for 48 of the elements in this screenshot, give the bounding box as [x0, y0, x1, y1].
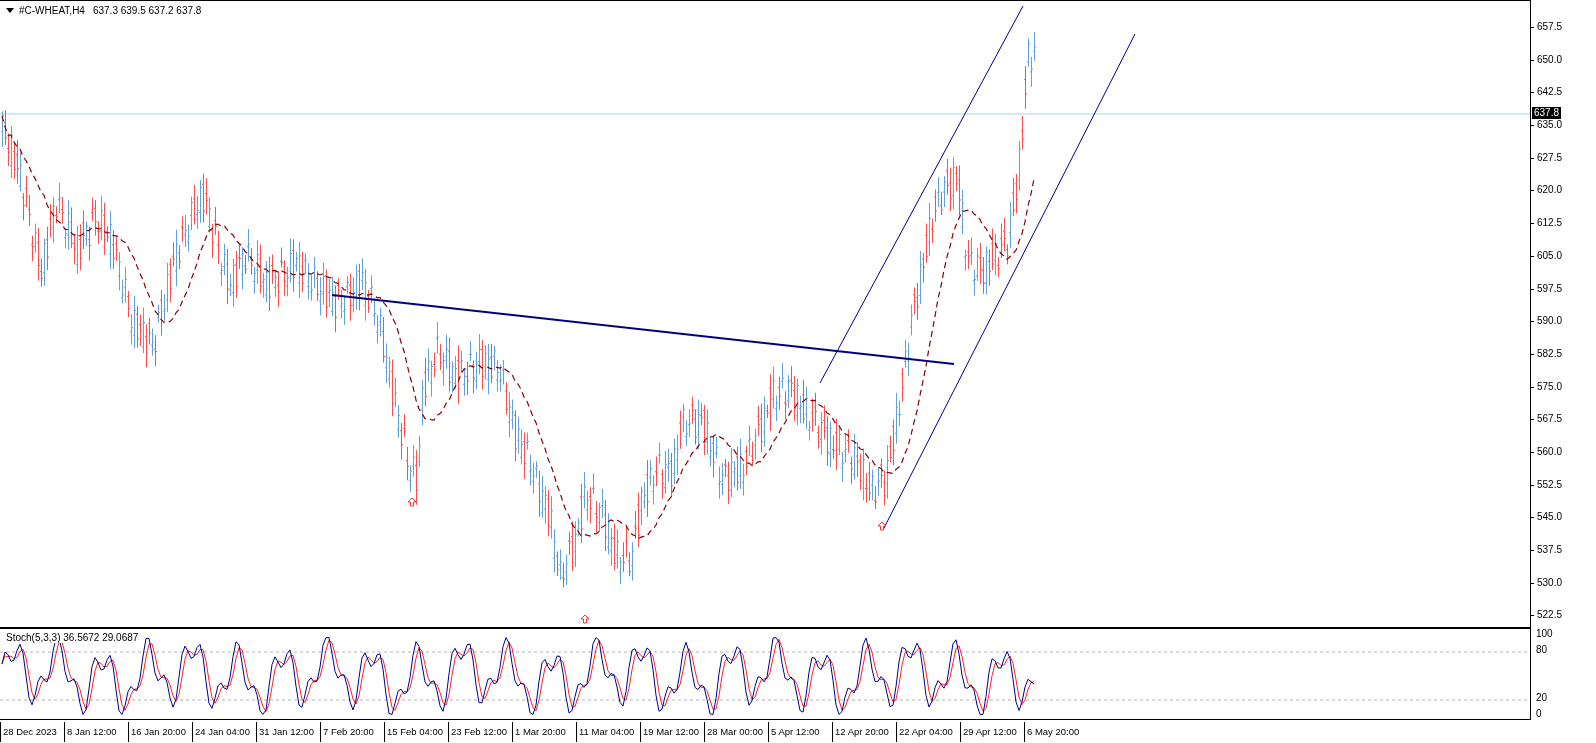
- oscillator-level-label: 20: [1536, 692, 1548, 704]
- price-label: 612.5: [1537, 217, 1563, 230]
- price-label: 545.0: [1537, 511, 1563, 524]
- price-label: 642.5: [1537, 86, 1563, 99]
- time-label: 12 Apr 20:00: [835, 726, 889, 737]
- price-label: 522.5: [1537, 609, 1563, 622]
- time-label: 6 May 20:00: [1027, 726, 1080, 737]
- price-label: 530.0: [1537, 576, 1563, 589]
- price-label: 537.5: [1537, 544, 1563, 556]
- time-label: 8 Jan 12:00: [67, 726, 117, 737]
- price-label: 567.5: [1537, 413, 1563, 426]
- time-label: 31 Jan 12:00: [259, 726, 314, 737]
- oscillator-level-label: 80: [1536, 644, 1548, 656]
- time-label: 23 Feb 12:00: [451, 726, 507, 737]
- time-label: 7 Feb 20:00: [323, 726, 374, 737]
- price-label: 657.5: [1537, 21, 1563, 33]
- price-label: 650.0: [1537, 53, 1563, 66]
- price-label: 635.0: [1537, 119, 1563, 132]
- current-price-label: 637.8: [1532, 106, 1562, 119]
- price-label: 620.0: [1537, 184, 1563, 197]
- time-label: 16 Jan 20:00: [131, 726, 186, 737]
- price-label: 627.5: [1537, 151, 1563, 164]
- time-label: 19 Mar 12:00: [643, 726, 699, 737]
- oscillator-label: Stoch(5,3,3) 36.5672 29.0687: [6, 632, 139, 643]
- price-label: 560.0: [1537, 445, 1563, 458]
- price-label: 552.5: [1537, 478, 1563, 491]
- time-label: 24 Jan 04:00: [195, 726, 250, 737]
- time-label: 15 Feb 04:00: [387, 726, 443, 737]
- time-label: 11 Mar 04:00: [579, 726, 635, 737]
- up-arrow-icon: [407, 497, 417, 507]
- time-label: 1 Mar 20:00: [515, 726, 566, 737]
- time-label: 29 Apr 12:00: [963, 726, 1017, 737]
- ohlc-values: 637.3 639.5 637.2 637.8: [92, 5, 202, 16]
- oscillator-level-label: 0: [1536, 708, 1542, 720]
- time-label: 22 Apr 04:00: [899, 726, 953, 737]
- up-arrow-icon: [580, 614, 590, 624]
- dropdown-triangle-icon[interactable]: [6, 7, 14, 14]
- oscillator-level-label: 100: [1536, 628, 1553, 640]
- time-label: 28 Dec 2023: [3, 726, 57, 737]
- price-label: 575.0: [1537, 380, 1563, 393]
- up-arrow-icon: [877, 521, 887, 531]
- price-label: 597.5: [1537, 282, 1563, 295]
- symbol-title: #C-WHEAT,H4: [19, 5, 85, 16]
- time-label: 5 Apr 12:00: [771, 726, 820, 737]
- price-label: 590.0: [1537, 315, 1563, 328]
- price-label: 582.5: [1537, 347, 1563, 360]
- time-label: 28 Mar 00:00: [707, 726, 763, 737]
- price-label: 605.0: [1537, 249, 1563, 262]
